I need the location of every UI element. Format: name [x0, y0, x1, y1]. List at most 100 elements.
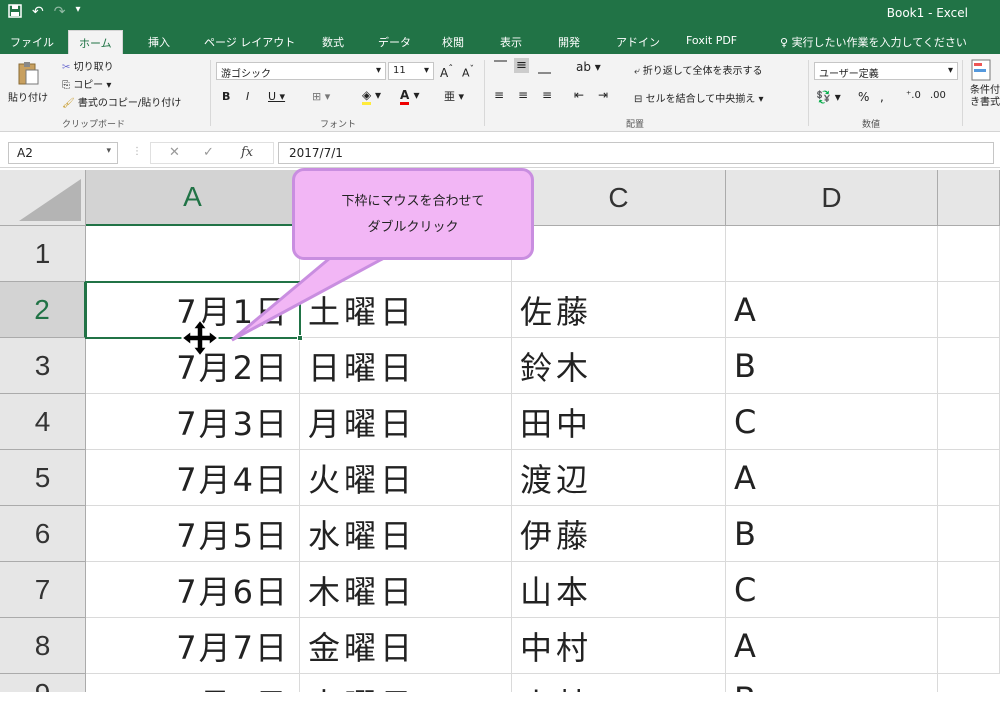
name-box[interactable]: A2 ▾ [8, 142, 118, 164]
cell-d6[interactable]: B [726, 506, 938, 562]
align-center-icon[interactable]: ≡ [518, 88, 528, 102]
merge-center-button[interactable]: ⊟ セルを結合して中央揃え ▾ [634, 90, 763, 105]
select-all-button[interactable] [0, 170, 86, 226]
cell-b4[interactable]: 月曜日 [300, 394, 512, 450]
tab-review[interactable]: 校閲 [442, 34, 464, 50]
cell-a8[interactable]: 7月7日 [86, 618, 300, 674]
cell-b3[interactable]: 日曜日 [300, 338, 512, 394]
orientation-icon[interactable]: ab ▾ [576, 60, 601, 74]
cell-a4[interactable]: 7月3日 [86, 394, 300, 450]
fill-color-icon[interactable]: ◈ ▾ [362, 88, 381, 105]
align-top-icon[interactable]: ⎺ [494, 60, 507, 75]
row-header[interactable]: 5 [0, 450, 86, 506]
cell-a1[interactable] [86, 226, 300, 282]
tab-formulas[interactable]: 数式 [322, 34, 344, 50]
increase-indent-icon[interactable]: ⇥ [598, 88, 608, 102]
cell-b9[interactable]: 土曜日 [300, 674, 512, 692]
tab-data[interactable]: データ [378, 34, 411, 50]
cell-b5[interactable]: 火曜日 [300, 450, 512, 506]
cell-d3[interactable]: B [726, 338, 938, 394]
font-color-icon[interactable]: A ▾ [400, 88, 420, 105]
cell-e2[interactable] [938, 282, 1000, 338]
italic-icon[interactable]: I [246, 90, 249, 103]
cell-e6[interactable] [938, 506, 1000, 562]
cell-c6[interactable]: 伊藤 [512, 506, 726, 562]
cell-c4[interactable]: 田中 [512, 394, 726, 450]
copy-button[interactable]: ⎘ コピー ▾ [62, 76, 111, 91]
cell-d2[interactable]: A [726, 282, 938, 338]
cell-e1[interactable] [938, 226, 1000, 282]
shrink-font-icon[interactable]: Aˇ [462, 64, 474, 80]
cancel-icon[interactable]: ✕ [169, 145, 180, 160]
font-size-select[interactable]: 11 ▾ [388, 62, 434, 80]
increase-decimal-icon[interactable]: ⁺.0 [906, 90, 921, 101]
underline-icon[interactable]: U ▾ [268, 90, 285, 103]
cell-b6[interactable]: 水曜日 [300, 506, 512, 562]
column-header-d[interactable]: D [726, 170, 938, 226]
cell-a5[interactable]: 7月4日 [86, 450, 300, 506]
border-icon[interactable]: ⊞ ▾ [312, 90, 330, 103]
cell-d5[interactable]: A [726, 450, 938, 506]
column-header-c[interactable]: C [512, 170, 726, 226]
formula-input[interactable]: 2017/7/1 [278, 142, 994, 164]
cell-c9[interactable]: 小林 [512, 674, 726, 692]
cell-d4[interactable]: C [726, 394, 938, 450]
customize-qat-icon[interactable]: ▾ [75, 4, 80, 22]
cell-e5[interactable] [938, 450, 1000, 506]
cell-e7[interactable] [938, 562, 1000, 618]
cell-d8[interactable]: A [726, 618, 938, 674]
cell-b2[interactable]: 土曜日 [300, 282, 512, 338]
phonetic-icon[interactable]: 亜 ▾ [444, 88, 464, 104]
row-header[interactable]: 7 [0, 562, 86, 618]
tab-insert[interactable]: 挿入 [148, 34, 170, 50]
decrease-decimal-icon[interactable]: .00 [930, 90, 946, 101]
cell-c2[interactable]: 佐藤 [512, 282, 726, 338]
currency-icon[interactable]: 💱 ▾ [816, 90, 841, 104]
tab-addins[interactable]: アドイン [616, 34, 660, 50]
align-left-icon[interactable]: ≡ [494, 88, 504, 102]
redo-icon[interactable]: ↷ [54, 4, 66, 22]
number-format-select[interactable]: ユーザー定義 ▾ [814, 62, 958, 80]
cell-d7[interactable]: C [726, 562, 938, 618]
cell-c1[interactable] [512, 226, 726, 282]
cut-button[interactable]: ✂ 切り取り [62, 58, 114, 73]
cell-c5[interactable]: 渡辺 [512, 450, 726, 506]
cell-e8[interactable] [938, 618, 1000, 674]
save-icon[interactable] [8, 4, 22, 22]
bold-icon[interactable]: B [222, 90, 230, 103]
cell-b8[interactable]: 金曜日 [300, 618, 512, 674]
cell-b7[interactable]: 木曜日 [300, 562, 512, 618]
comma-icon[interactable]: , [880, 90, 884, 104]
row-header[interactable]: 1 [0, 226, 86, 282]
format-painter-button[interactable]: 🖌 書式のコピー/貼り付け [62, 94, 181, 109]
cell-e3[interactable] [938, 338, 1000, 394]
align-bottom-icon[interactable]: ⎽ [538, 60, 551, 75]
row-header[interactable]: 9 [0, 674, 86, 692]
insert-function-icon[interactable]: fx [241, 145, 253, 160]
cell-c3[interactable]: 鈴木 [512, 338, 726, 394]
cell-a9[interactable]: 7月8日 [86, 674, 300, 692]
column-header-a[interactable]: A [86, 170, 300, 226]
tab-foxit-pdf[interactable]: Foxit PDF [686, 34, 737, 47]
cell-c7[interactable]: 山本 [512, 562, 726, 618]
enter-icon[interactable]: ✓ [203, 145, 214, 160]
column-header-e[interactable] [938, 170, 1000, 226]
cell-d9[interactable]: B [726, 674, 938, 692]
row-header[interactable]: 3 [0, 338, 86, 394]
cell-a6[interactable]: 7月5日 [86, 506, 300, 562]
cell-e4[interactable] [938, 394, 1000, 450]
percent-button[interactable]: % [858, 90, 869, 104]
tab-developer[interactable]: 開発 [558, 34, 580, 50]
paste-button[interactable]: 貼り付け [8, 60, 48, 104]
row-header[interactable]: 2 [0, 282, 86, 338]
tell-me-box[interactable]: ♀ 実行したい作業を入力してください [780, 34, 967, 50]
cell-a7[interactable]: 7月6日 [86, 562, 300, 618]
align-right-icon[interactable]: ≡ [542, 88, 552, 102]
conditional-format-button[interactable]: 条件付き書式 [970, 58, 1000, 109]
grow-font-icon[interactable]: Aˆ [440, 64, 453, 80]
font-name-select[interactable]: 游ゴシック ▾ [216, 62, 386, 80]
undo-icon[interactable]: ↶ [32, 4, 44, 22]
tab-page-layout[interactable]: ページ レイアウト [204, 34, 295, 50]
tab-home[interactable]: ホーム [68, 30, 123, 54]
row-header[interactable]: 6 [0, 506, 86, 562]
